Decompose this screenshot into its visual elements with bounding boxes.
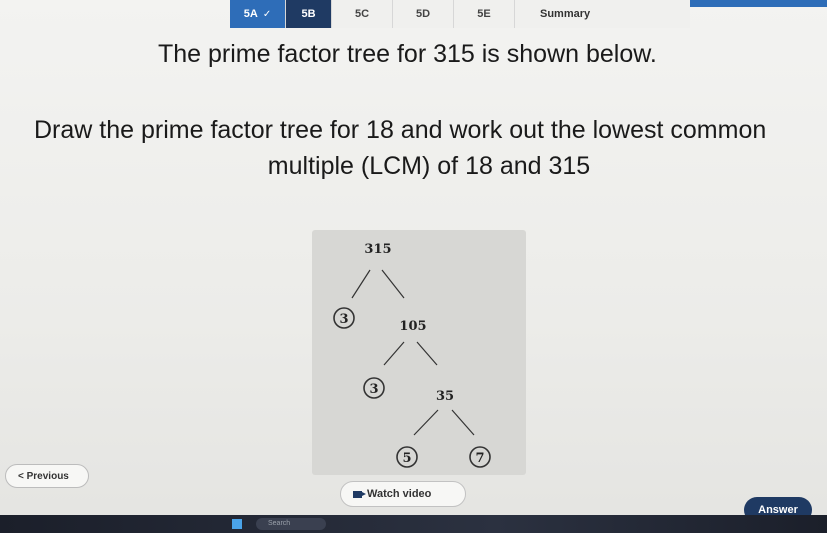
tab-5d[interactable]: 5D (393, 0, 454, 28)
os-taskbar: Search (0, 515, 827, 533)
question-task-line2: multiple (LCM) of 18 and 315 (267, 152, 591, 180)
windows-start-icon[interactable] (232, 519, 242, 529)
previous-button-label: < Previous (18, 470, 69, 482)
question-task-line1: Draw the prime factor tree for 18 and wo… (34, 116, 767, 144)
previous-button[interactable]: < Previous (5, 464, 89, 488)
tree-node-left: 3 (339, 312, 348, 327)
branch-line (381, 269, 405, 299)
branch-line (416, 341, 438, 366)
tree-node-right: 7 (475, 451, 484, 466)
tab-5d-label: 5D (415, 8, 431, 20)
video-camera-icon (353, 490, 366, 498)
tree-root: 315 (364, 242, 391, 257)
taskbar-search[interactable]: Search (256, 518, 326, 530)
tab-strip: 5A ✓ 5B 5C 5D 5E Summary (230, 0, 827, 28)
tab-5e-label: 5E (477, 8, 491, 20)
tree-node-left: 5 (402, 451, 411, 466)
tab-5b-label: 5B (301, 8, 316, 20)
tab-5a-label: 5A (243, 8, 258, 20)
tab-5a[interactable]: 5A ✓ (230, 0, 286, 28)
tab-5e[interactable]: 5E (454, 0, 515, 28)
watch-video-button[interactable]: Watch video (340, 481, 466, 507)
tree-node-right: 105 (399, 319, 426, 334)
question-task: Draw the prime factor tree for 18 and wo… (34, 112, 824, 184)
tab-summary-label: Summary (540, 8, 591, 20)
tab-5c-label: 5C (354, 8, 370, 20)
check-icon: ✓ (262, 8, 272, 20)
prime-factor-tree: 315 3 105 3 35 5 7 (312, 230, 526, 475)
question-intro: The prime factor tree for 315 is shown b… (158, 40, 657, 68)
tree-node-left: 3 (369, 382, 378, 397)
tab-summary[interactable]: Summary (515, 0, 690, 28)
watch-video-label: Watch video (367, 488, 432, 500)
tab-5b[interactable]: 5B (286, 0, 332, 28)
branch-line (451, 409, 475, 436)
branch-line (351, 269, 371, 299)
tree-node-right: 35 (436, 389, 454, 404)
branch-line (383, 341, 405, 366)
tab-5c[interactable]: 5C (332, 0, 393, 28)
branch-line (413, 409, 439, 436)
factor-tree-diagram: 315 3 105 3 35 5 7 (333, 242, 491, 468)
